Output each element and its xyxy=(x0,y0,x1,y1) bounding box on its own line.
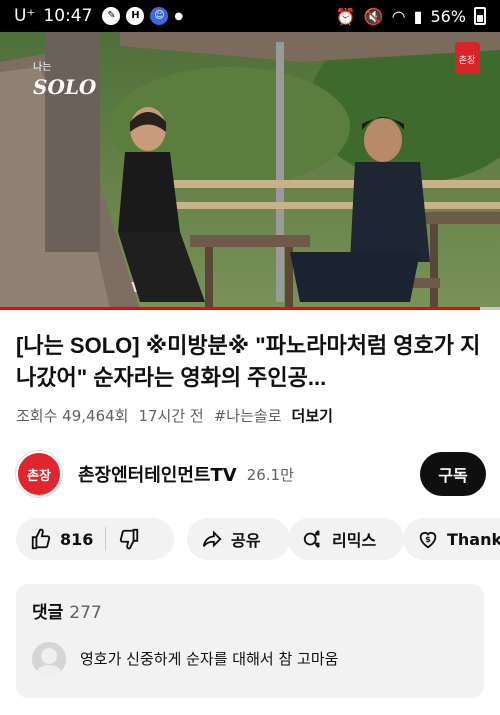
notification-icon: ✎ xyxy=(102,7,121,25)
comments-header: 댓글 277 xyxy=(32,598,102,623)
thanks-label: Thanks xyxy=(447,529,500,549)
battery-level: 56% xyxy=(430,6,466,26)
share-label: 공유 xyxy=(231,531,261,550)
upload-time: 17시간 전 xyxy=(138,407,204,425)
top-comment-text: 영호가 신중하게 순자를 대해서 참 고마움 xyxy=(80,650,339,668)
alarm-icon: ⏰ xyxy=(335,6,356,26)
battery-icon xyxy=(474,7,486,25)
clock: 10:47 xyxy=(43,6,93,26)
channel-logo-overlay-text: 촌장 xyxy=(459,55,476,66)
watermark-solo: SOLO xyxy=(33,75,97,99)
wifi-icon: ◠ xyxy=(391,6,406,26)
channel-avatar[interactable]: 촌장 xyxy=(16,451,62,497)
more-notifications-icon: ● xyxy=(174,10,184,22)
remix-button[interactable]: 리믹스 xyxy=(288,518,404,560)
watermark-small: 나는 xyxy=(33,61,51,73)
share-icon xyxy=(201,528,223,550)
like-dislike-pill: 816 xyxy=(16,518,174,560)
dislike-icon[interactable] xyxy=(118,528,140,550)
comments-label: 댓글 xyxy=(32,603,64,623)
video-frame: 나는 SOLO 촌장 xyxy=(0,32,500,309)
thanks-button[interactable]: $ Thanks xyxy=(403,518,500,560)
hashtag-link[interactable]: #나는솔로 xyxy=(214,405,282,426)
video-player[interactable]: 나는 SOLO 촌장 xyxy=(0,32,500,309)
progress-fill xyxy=(0,307,480,310)
video-meta[interactable]: 조회수 49,464회 17시간 전 #나는솔로 더보기 xyxy=(16,405,333,426)
commenter-avatar xyxy=(32,642,66,676)
subscribe-button[interactable]: 구독 xyxy=(420,452,486,496)
carrier-label: U⁺ xyxy=(14,6,36,26)
signal-icon: ▮ xyxy=(413,6,423,26)
like-count[interactable]: 816 xyxy=(60,530,93,549)
like-icon[interactable] xyxy=(30,528,52,550)
like-divider xyxy=(105,527,107,551)
remix-label: 리믹스 xyxy=(332,531,377,550)
app-character-icon: ☺ xyxy=(150,7,169,25)
action-bar: 816 공유 리믹스 $ Thanks xyxy=(16,518,500,562)
status-bar: U⁺ 10:47 ✎ H ☺ ● ⏰ 🔇 ◠ ▮ 56% xyxy=(0,0,500,32)
comments-panel[interactable]: 댓글 277 영호가 신중하게 순자를 대해서 참 고마움 xyxy=(16,584,484,698)
video-title[interactable]: [나는 SOLO] ※미방분※ "파노라마처럼 영호가 지나갔어" 순자라는 영… xyxy=(16,330,486,394)
channel-name[interactable]: 촌장엔터테인먼트TV xyxy=(78,461,237,487)
more-link[interactable]: 더보기 xyxy=(292,405,333,426)
progress-bar[interactable] xyxy=(0,307,500,310)
svg-text:$: $ xyxy=(425,534,431,544)
remix-icon xyxy=(302,528,324,550)
thanks-icon: $ xyxy=(417,528,439,550)
share-button[interactable]: 공유 xyxy=(187,518,290,560)
subscriber-count: 26.1만 xyxy=(246,465,294,484)
mute-icon: 🔇 xyxy=(363,6,384,26)
app-h-icon: H xyxy=(126,7,145,25)
channel-row: 촌장 촌장엔터테인먼트TV 26.1만 구독 xyxy=(16,448,486,500)
comments-count: 277 xyxy=(69,603,102,623)
view-count: 조회수 49,464회 xyxy=(16,407,129,425)
